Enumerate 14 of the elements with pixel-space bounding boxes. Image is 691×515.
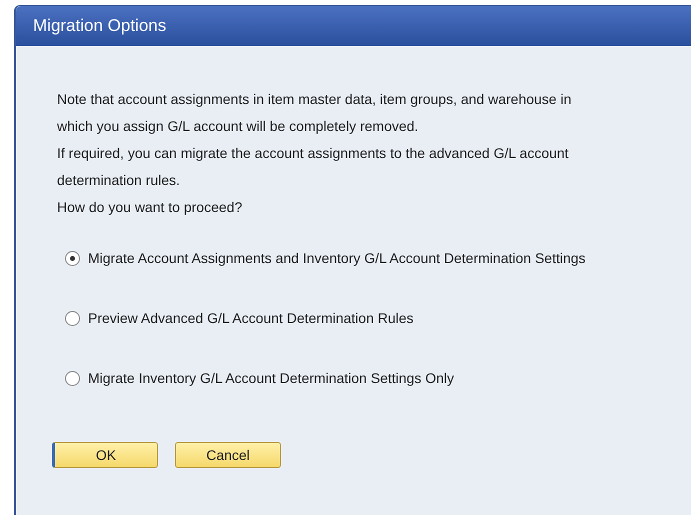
radio-option[interactable]: Migrate Inventory G/L Account Determination Settings Only xyxy=(65,368,691,388)
radio-option[interactable]: Migrate Account Assignments and Inventory G/L Account Determination Settings xyxy=(65,248,691,268)
ok-button[interactable]: OK xyxy=(52,442,158,468)
message-text: If required, you can migrate the account assignments to the advanced G/L account xyxy=(57,144,570,163)
radio-option[interactable]: Preview Advanced G/L Account Determination Rules xyxy=(65,308,691,328)
message-text: Note that account assignments in item master data, item groups, and warehouse in xyxy=(57,90,572,109)
radio-button[interactable] xyxy=(65,310,80,326)
window-title: Migration Options xyxy=(33,15,166,38)
message-text: which you assign G/L account will be completely removed. xyxy=(57,117,420,136)
message-text: How do you want to proceed? xyxy=(57,198,244,217)
cancel-button[interactable]: Cancel xyxy=(175,442,281,468)
radio-button[interactable] xyxy=(65,250,80,266)
radio-button[interactable] xyxy=(65,370,80,386)
message-text: determination rules. xyxy=(57,171,181,190)
